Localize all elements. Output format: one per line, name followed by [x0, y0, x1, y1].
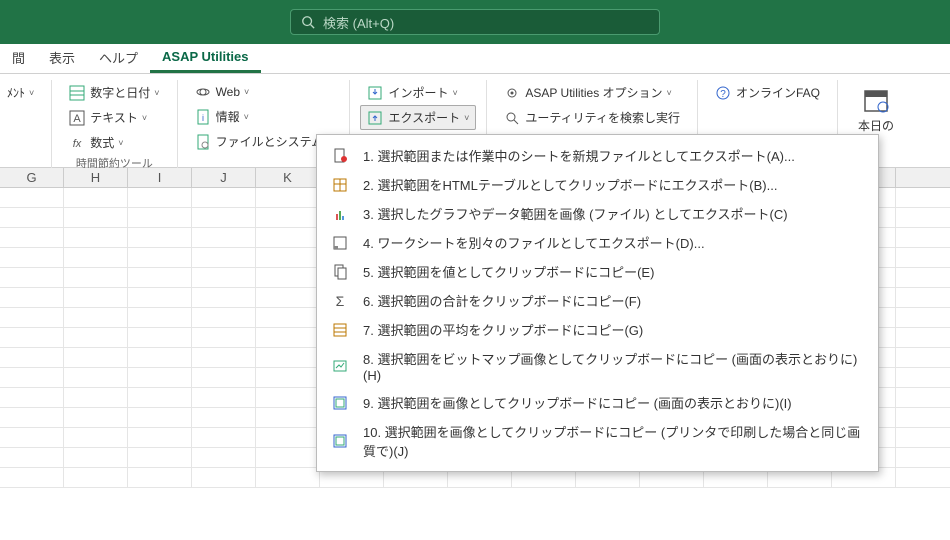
gear-icon: [504, 85, 520, 101]
search-utility-button[interactable]: ユーティリティを検索し実行: [497, 105, 687, 130]
import-icon: [367, 85, 383, 101]
copy-values-icon: [331, 263, 349, 281]
text-button[interactable]: A テキスト˅: [62, 105, 166, 130]
tab-partial[interactable]: 間: [0, 42, 37, 73]
image-print-icon: [331, 432, 349, 450]
image-screen-icon: [331, 394, 349, 412]
sum-icon: Σ: [331, 292, 349, 310]
numbers-date-button[interactable]: 数字と日付˅: [62, 80, 166, 105]
chevron-down-icon: ˅: [154, 88, 159, 98]
faq-button[interactable]: ? オンラインFAQ: [708, 80, 827, 105]
col-header[interactable]: J: [192, 168, 256, 187]
numbers-icon: [69, 85, 85, 101]
search-icon: [301, 15, 315, 29]
worksheet-split-icon: [331, 234, 349, 252]
formula-button[interactable]: fx 数式˅: [62, 130, 166, 155]
import-button[interactable]: インポート˅: [360, 80, 476, 105]
menu-export-new-file[interactable]: 1. 選択範囲または作業中のシートを新規ファイルとしてエクスポート(A)...: [317, 141, 878, 170]
chevron-down-icon: ˅: [453, 88, 458, 98]
menu-copy-sum[interactable]: Σ 6. 選択範囲の合計をクリップボードにコピー(F): [317, 286, 878, 315]
ribbon-group-left-partial: ﾒﾝﾄ˅: [0, 80, 52, 168]
options-button[interactable]: ASAP Utilities オプション˅: [497, 80, 687, 105]
svg-text:i: i: [202, 113, 204, 123]
svg-text:Σ: Σ: [336, 293, 345, 309]
menu-copy-average[interactable]: 7. 選択範囲の平均をクリップボードにコピー(G): [317, 315, 878, 344]
svg-text:A: A: [74, 113, 82, 125]
html-table-icon: [331, 176, 349, 194]
calendar-icon: [862, 86, 890, 114]
chevron-down-icon: ˅: [244, 112, 249, 122]
ribbon-partial-btn[interactable]: ﾒﾝﾄ˅: [0, 80, 41, 105]
file-export-icon: [331, 147, 349, 165]
menu-export-chart-image[interactable]: 3. 選択したグラフやデータ範囲を画像 (ファイル) としてエクスポート(C): [317, 199, 878, 228]
chevron-down-icon: ˅: [464, 113, 469, 123]
search-box[interactable]: 検索 (Alt+Q): [290, 9, 660, 35]
average-icon: [331, 321, 349, 339]
file-gear-icon: [195, 134, 211, 150]
export-icon: [367, 110, 383, 126]
info-button[interactable]: i 情報˅: [188, 104, 340, 129]
web-button[interactable]: Web˅: [188, 80, 340, 104]
titlebar: 検索 (Alt+Q): [0, 0, 950, 44]
menu-copy-image-screen[interactable]: 9. 選択範囲を画像としてクリップボードにコピー (画面の表示とおりに)(I): [317, 388, 878, 417]
col-header[interactable]: H: [64, 168, 128, 187]
menu-copy-bitmap[interactable]: 8. 選択範囲をビットマップ画像としてクリップボードにコピー (画面の表示とおり…: [317, 344, 878, 388]
col-header[interactable]: G: [0, 168, 64, 187]
tab-help[interactable]: ヘルプ: [87, 42, 150, 73]
chevron-down-icon: ˅: [667, 88, 672, 98]
export-button[interactable]: エクスポート˅: [360, 105, 476, 130]
svg-text:fx: fx: [73, 138, 82, 150]
chevron-down-icon: ˅: [118, 138, 123, 148]
tab-asap-utilities[interactable]: ASAP Utilities: [150, 43, 260, 73]
search-placeholder: 検索 (Alt+Q): [323, 13, 394, 32]
menu-copy-values[interactable]: 5. 選択範囲を値としてクリップボードにコピー(E): [317, 257, 878, 286]
text-icon: A: [69, 110, 85, 126]
chevron-down-icon: ˅: [29, 88, 34, 98]
menu-export-worksheets-files[interactable]: 4. ワークシートを別々のファイルとしてエクスポート(D)...: [317, 228, 878, 257]
menu-copy-image-print[interactable]: 10. 選択範囲を画像としてクリップボードにコピー (プリンタで印刷した場合と同…: [317, 417, 878, 465]
svg-text:?: ?: [720, 89, 726, 100]
search-icon: [504, 110, 520, 126]
link-icon: [195, 84, 211, 100]
export-dropdown-menu: 1. 選択範囲または作業中のシートを新規ファイルとしてエクスポート(A)... …: [316, 134, 879, 472]
menu-export-html-clipboard[interactable]: 2. 選択範囲をHTMLテーブルとしてクリップボードにエクスポート(B)...: [317, 170, 878, 199]
today-button[interactable]: 本日の: [848, 80, 904, 140]
col-header[interactable]: I: [128, 168, 192, 187]
chevron-down-icon: ˅: [142, 113, 147, 123]
chart-image-icon: [331, 205, 349, 223]
help-icon: ?: [715, 85, 731, 101]
ribbon-group-tools: 数字と日付˅ A テキスト˅ fx 数式˅ 時間節約ツール: [52, 80, 177, 168]
bitmap-icon: [331, 357, 349, 375]
file-info-icon: i: [195, 109, 211, 125]
chevron-down-icon: ˅: [244, 87, 249, 97]
ribbon-tabs: 間 表示 ヘルプ ASAP Utilities: [0, 44, 950, 74]
col-header[interactable]: K: [256, 168, 320, 187]
tab-view[interactable]: 表示: [37, 42, 87, 73]
formula-icon: fx: [69, 135, 85, 151]
